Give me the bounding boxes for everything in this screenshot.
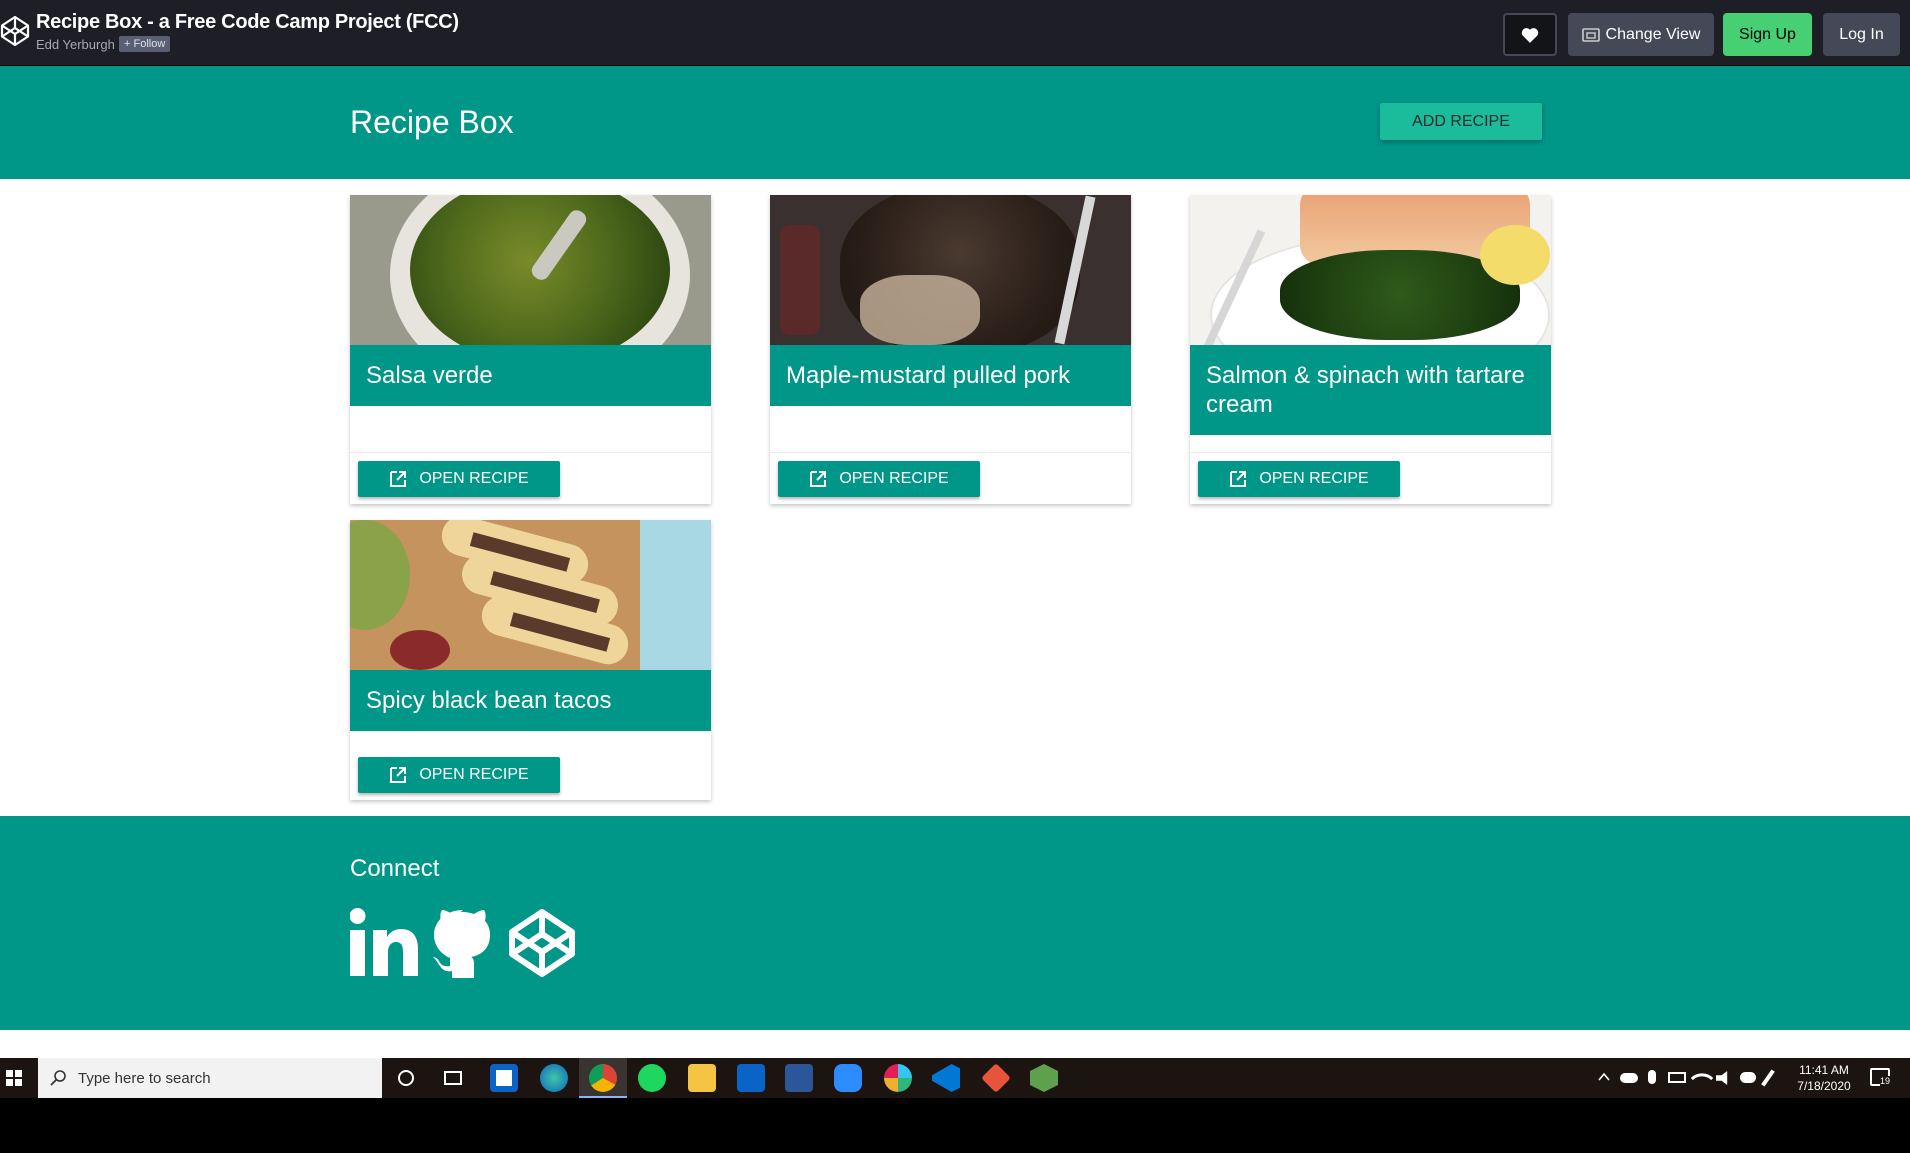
recipe-title-block: Salsa verde [350,345,711,406]
vscode-icon[interactable] [932,1064,960,1092]
external-link-icon [810,471,827,487]
open-recipe-label: OPEN RECIPE [419,470,529,487]
recipe-title: Maple-mustard pulled pork [786,362,1071,389]
app-header: Recipe Box ADD RECIPE [0,66,1910,179]
follow-button[interactable]: + Follow [119,36,171,52]
connect-heading: Connect [350,855,440,882]
taskbar-date: 7/18/2020 [1797,1079,1851,1093]
card-actions: OPEN RECIPE [350,452,711,504]
card-actions: OPEN RECIPE [770,452,1131,504]
recipe-title: Salsa verde [366,362,493,389]
github-icon[interactable] [432,908,494,978]
open-recipe-label: OPEN RECIPE [419,766,529,783]
battery-icon[interactable] [1668,1072,1686,1083]
chevron-up-icon[interactable] [1598,1072,1610,1082]
recipe-card: Salmon & spinach with tartare cream OPEN… [1190,195,1551,504]
layout-icon [1581,27,1600,42]
heart-icon [1521,27,1539,43]
external-link-icon [1230,471,1247,487]
spotify-icon[interactable] [638,1064,666,1092]
taskbar-search-placeholder: Type here to search [78,1069,211,1087]
taskbar: Type here to search 11:41 AM 7/18/2020 1… [0,1058,1910,1098]
taskbar-time: 11:41 AM [1799,1063,1849,1077]
recipe-image [350,195,711,345]
slack-icon[interactable] [884,1064,912,1092]
recipe-title-block: Salmon & spinach with tartare cream [1190,345,1551,435]
search-icon [50,1070,66,1086]
card-actions: OPEN RECIPE [1190,452,1551,504]
recipe-card: Maple-mustard pulled pork OPEN RECIPE [770,195,1131,504]
cortana-icon[interactable] [398,1070,414,1086]
outlook-icon[interactable] [737,1064,765,1092]
chrome-icon[interactable] [589,1064,617,1092]
change-view-label: Change View [1605,25,1701,43]
linkedin-icon[interactable] [350,908,418,978]
codepen-logo-icon[interactable] [0,14,30,48]
recipe-card: Salsa verde OPEN RECIPE [350,195,711,504]
change-view-button[interactable]: Change View [1568,13,1714,56]
signup-button[interactable]: Sign Up [1723,13,1812,56]
zoom-icon[interactable] [834,1064,862,1092]
open-recipe-label: OPEN RECIPE [839,470,949,487]
footer: Connect [0,816,1910,1030]
edge-icon[interactable] [540,1064,568,1092]
pen-author[interactable]: Edd Yerburgh [36,37,115,52]
card-actions: OPEN RECIPE [350,731,711,800]
codepen-icon[interactable] [508,908,576,978]
onedrive-icon[interactable] [1620,1073,1638,1083]
recipe-title-block: Maple-mustard pulled pork [770,345,1131,406]
recipe-image [350,520,711,670]
login-button[interactable]: Log In [1823,13,1900,56]
external-link-icon [390,767,407,783]
store-icon[interactable] [490,1064,518,1092]
pen-icon[interactable] [1761,1069,1775,1087]
codepen-header: Recipe Box - a Free Code Camp Project (F… [0,0,1910,66]
file-explorer-icon[interactable] [688,1064,716,1092]
git-kraken-icon[interactable] [981,1063,1011,1093]
screen-bottom-area [0,1098,1910,1153]
recipe-image [770,195,1131,345]
taskbar-search-input[interactable]: Type here to search [38,1058,382,1098]
external-link-icon [390,471,407,487]
open-recipe-button[interactable]: OPEN RECIPE [358,461,560,497]
windows-start-icon[interactable] [6,1070,22,1086]
volume-icon[interactable] [1716,1071,1728,1085]
recipe-title: Spicy black bean tacos [366,687,612,714]
recipe-title: Salmon & spinach with tartare cream [1206,362,1525,418]
open-recipe-button[interactable]: OPEN RECIPE [778,461,980,497]
open-recipe-button[interactable]: OPEN RECIPE [358,757,560,793]
recipe-card: Spicy black bean tacos OPEN RECIPE [350,520,711,800]
action-center-icon[interactable]: 19 [1870,1068,1891,1086]
node-icon[interactable] [1030,1064,1058,1092]
pen-title: Recipe Box - a Free Code Camp Project (F… [36,11,459,33]
cloud-upload-icon[interactable] [1740,1072,1756,1083]
notification-count: 19 [1880,1076,1891,1086]
microphone-icon[interactable] [1648,1070,1656,1084]
word-icon[interactable] [785,1064,813,1092]
add-recipe-button[interactable]: ADD RECIPE [1380,103,1542,140]
app-title: Recipe Box [350,104,514,140]
open-recipe-button[interactable]: OPEN RECIPE [1198,461,1400,497]
taskbar-clock[interactable]: 11:41 AM 7/18/2020 [1794,1062,1854,1094]
app-page: Recipe Box ADD RECIPE Salsa verde OPEN R… [0,66,1910,1058]
like-button[interactable] [1503,13,1557,56]
open-recipe-label: OPEN RECIPE [1259,470,1369,487]
wifi-icon[interactable] [1690,1066,1714,1090]
recipe-image [1190,195,1551,345]
task-view-icon[interactable] [444,1071,462,1085]
recipe-title-block: Spicy black bean tacos [350,670,711,731]
